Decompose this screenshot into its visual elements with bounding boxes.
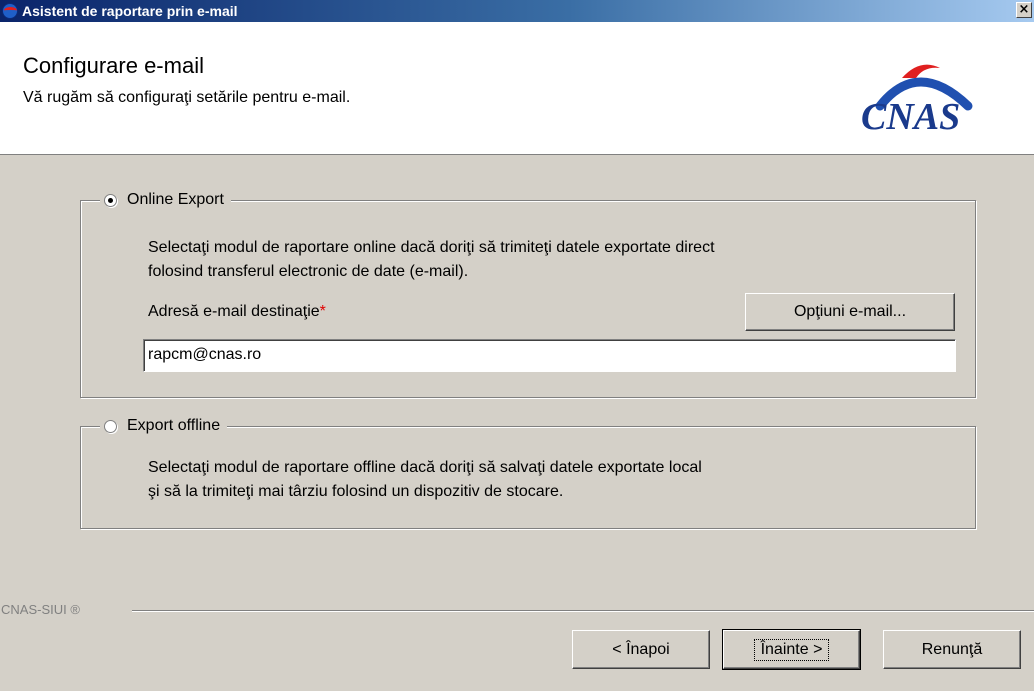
online-export-description-line1: Selectaţi modul de raportare online dacă… [148, 239, 715, 256]
offline-export-description-line2: şi să la trimiteţi mai târziu folosind u… [148, 483, 564, 500]
cnas-logo: CNAS [861, 64, 973, 136]
page-subtitle: Vă rugăm să configuraţi setările pentru … [23, 89, 351, 106]
required-marker: * [319, 303, 326, 320]
title-bar: Asistent de raportare prin e-mail × [0, 0, 1034, 22]
footer-brand: CNAS-SIUI ® [1, 602, 80, 617]
online-export-description-line2: folosind transferul electronic de date (… [148, 263, 469, 280]
offline-export-group: Export offline Selectaţi modul de raport… [80, 416, 976, 529]
close-button[interactable]: × [1016, 2, 1032, 18]
back-button[interactable]: < Înapoi [572, 630, 710, 669]
email-destination-input[interactable]: rapcm@cnas.ro [143, 339, 956, 372]
footer-divider [132, 610, 1034, 612]
logo-text: CNAS [861, 96, 960, 136]
online-export-radio[interactable] [104, 193, 117, 207]
offline-export-option[interactable]: Export offline [100, 416, 228, 436]
email-options-button[interactable]: Opţiuni e-mail... [745, 293, 955, 331]
offline-export-radio[interactable] [104, 419, 117, 433]
online-export-label: Online Export [127, 191, 224, 208]
logo-wing [902, 64, 940, 78]
window-title: Asistent de raportare prin e-mail [22, 3, 238, 19]
online-export-group: Online Export Selectaţi modul de raporta… [80, 190, 976, 398]
offline-export-label: Export offline [127, 417, 221, 434]
online-export-option[interactable]: Online Export [100, 190, 231, 210]
email-destination-label: Adresă e-mail destinaţie* [148, 303, 326, 320]
wizard-header: Configurare e-mail Vă rugăm să configura… [0, 22, 1034, 155]
offline-export-description-line1: Selectaţi modul de raportare offline dac… [148, 459, 702, 476]
cnas-app-icon [2, 3, 18, 19]
cancel-button[interactable]: Renunţă [883, 630, 1021, 669]
next-button[interactable]: Înainte > [722, 629, 861, 670]
page-title: Configurare e-mail [23, 53, 204, 78]
